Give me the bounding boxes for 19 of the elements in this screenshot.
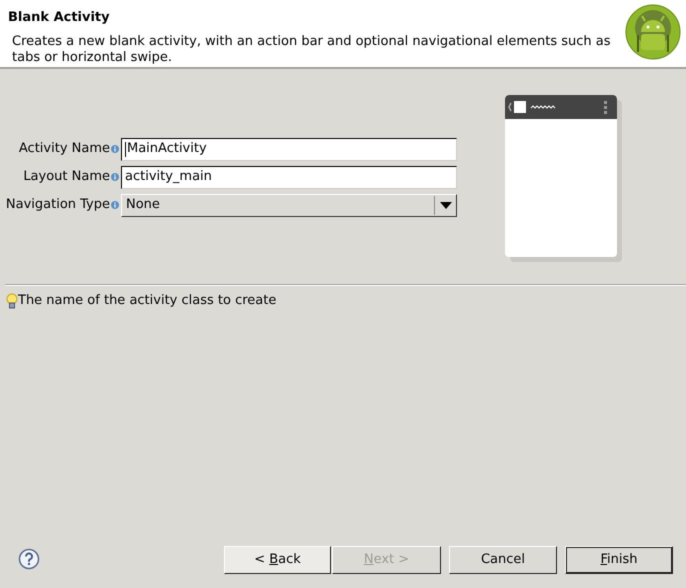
- text-field[interactable]: MainActivity: [121, 138, 457, 160]
- page-title: Blank Activity: [8, 9, 111, 27]
- text-field[interactable]: activity_main: [121, 166, 457, 188]
- navigation-type-dropdown[interactable]: None: [121, 194, 457, 216]
- field-label: Navigation Type: [4, 196, 110, 214]
- field-label: Activity Name: [18, 140, 110, 158]
- info-icon: [111, 173, 119, 181]
- wizard-button[interactable]: Finish: [565, 546, 673, 574]
- info-icon: [111, 201, 119, 209]
- caret-icon: [440, 202, 452, 208]
- hint-text: The name of the activity class to create: [18, 292, 276, 310]
- wizard-button[interactable]: < Back: [224, 546, 331, 574]
- help-icon[interactable]: [18, 548, 40, 570]
- page-description: Creates a new blank activity, with an action bar and optional navigational elements such as tabs or horizontal swipe.: [12, 34, 612, 66]
- android-logo-icon: [625, 4, 681, 60]
- info-icon: [111, 145, 119, 153]
- wizard-button[interactable]: Cancel: [449, 546, 557, 574]
- field-label: Layout Name: [22, 168, 110, 186]
- lightbulb-icon: [6, 292, 18, 309]
